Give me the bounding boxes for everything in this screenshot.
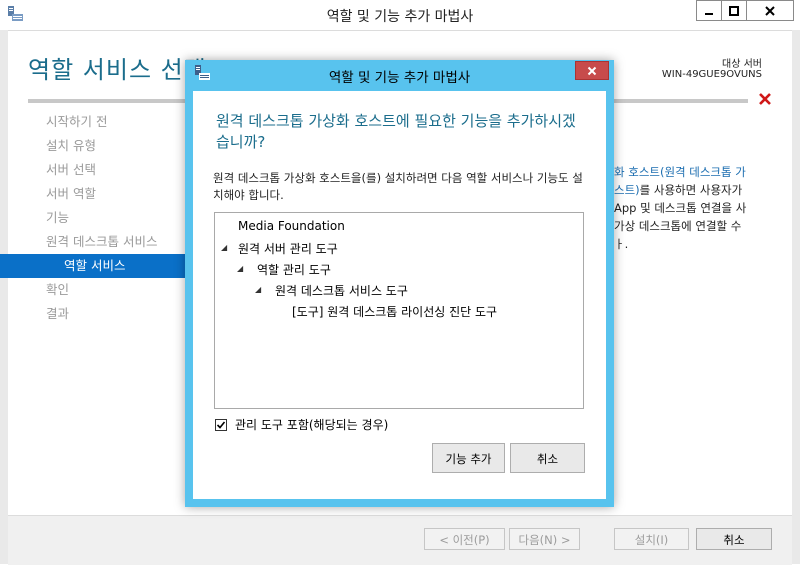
description-link[interactable]: 화 호스트(원격 데스크톱 가: [614, 165, 746, 179]
previous-button[interactable]: < 이전(P): [424, 528, 505, 550]
nav-item-before-you-begin[interactable]: 시작하기 전: [0, 110, 186, 134]
include-tools-label: 관리 도구 포함(해당되는 경우): [235, 418, 389, 432]
close-icon: [587, 66, 597, 75]
close-icon: [765, 5, 775, 16]
nav-item-remote-desktop-services[interactable]: 원격 데스크톱 서비스: [0, 230, 186, 254]
nav-item-confirmation[interactable]: 확인: [0, 278, 186, 302]
nav-item-installation-type[interactable]: 설치 유형: [0, 134, 186, 158]
window-title: 역할 및 기능 추가 마법사: [326, 9, 474, 25]
dialog-message: 원격 데스크톱 가상화 호스트을(를) 설치하려면 다음 역할 서비스나 기능도…: [213, 171, 583, 202]
dialog-title: 역할 및 기능 추가 마법사: [328, 70, 471, 86]
dialog-body: 원격 데스크톱 가상화 호스트에 필요한 기능을 추가하시겠습니까? 원격 데스…: [193, 91, 606, 499]
description-text: 를 사용하면 사용자가: [639, 183, 743, 197]
window-frame-right: [792, 30, 800, 564]
nav-item-features[interactable]: 기능: [0, 206, 186, 230]
page-title: 역할 서비스 선택: [28, 56, 207, 84]
checkmark-icon: [216, 420, 226, 429]
target-server-name: WIN-49GUE9OVUNS: [661, 69, 762, 80]
description-text: ㅏ.: [614, 237, 629, 251]
target-server-label: 대상 서버: [722, 59, 762, 70]
description-link-2[interactable]: 스트): [614, 183, 640, 197]
dialog-close-button[interactable]: [575, 61, 609, 80]
expand-triangle-icon[interactable]: ◢: [237, 264, 243, 273]
description-text: 가상 데스크톱에 연결할 수: [614, 219, 742, 233]
minimize-button[interactable]: [696, 0, 722, 21]
close-window-button[interactable]: [746, 0, 794, 21]
wizard-nav: 시작하기 전 설치 유형 서버 선택 서버 역할 기능 원격 데스크톱 서비스 …: [0, 110, 186, 326]
nav-item-results[interactable]: 결과: [0, 302, 186, 326]
tree-item-role-admin-tools: 역할 관리 도구: [257, 263, 331, 277]
features-tree: Media Foundation ◢ 원격 서버 관리 도구 ◢ 역할 관리 도…: [214, 212, 584, 409]
add-features-dialog: 역할 및 기능 추가 마법사 원격 데스크톱 가상화 호스트에 필요한 기능을 …: [185, 60, 614, 507]
error-x-icon[interactable]: [758, 92, 772, 106]
dialog-cancel-button[interactable]: 취소: [510, 443, 585, 473]
role-description: 화 호스트(원격 데스크톱 가 스트)를 사용하면 사용자가 App 및 데스크…: [614, 163, 784, 253]
tree-item-remote-admin-tools: 원격 서버 관리 도구: [238, 242, 338, 256]
next-button[interactable]: 다음(N) >: [509, 528, 580, 550]
nav-item-server-selection[interactable]: 서버 선택: [0, 158, 186, 182]
maximize-icon: [729, 5, 739, 16]
description-text: App 및 데스크톱 연결을 사: [614, 201, 747, 215]
wizard-button-bar: < 이전(P) 다음(N) > 설치(I) 취소: [8, 515, 792, 565]
expand-triangle-icon[interactable]: ◢: [221, 243, 227, 252]
maximize-button[interactable]: [721, 0, 747, 21]
include-tools-checkbox[interactable]: [215, 418, 227, 431]
tree-item-media-foundation: Media Foundation: [238, 219, 345, 233]
dialog-heading: 원격 데스크톱 가상화 호스트에 필요한 기능을 추가하시겠습니까?: [216, 112, 576, 151]
cancel-button[interactable]: 취소: [696, 528, 772, 550]
window-titlebar: 역할 및 기능 추가 마법사: [0, 0, 800, 31]
nav-item-server-roles[interactable]: 서버 역할: [0, 182, 186, 206]
expand-triangle-icon[interactable]: ◢: [255, 285, 261, 294]
install-button[interactable]: 설치(I): [614, 528, 689, 550]
include-tools-option[interactable]: 관리 도구 포함(해당되는 경우): [215, 416, 388, 433]
tree-item-rds-tools: 원격 데스크톱 서비스 도구: [275, 284, 408, 298]
tree-item-licensing-tool: [도구] 원격 데스크톱 라이선싱 진단 도구: [292, 305, 498, 319]
minimize-icon: [705, 12, 713, 15]
add-features-button[interactable]: 기능 추가: [432, 443, 505, 473]
nav-item-role-services[interactable]: 역할 서비스: [0, 254, 186, 278]
